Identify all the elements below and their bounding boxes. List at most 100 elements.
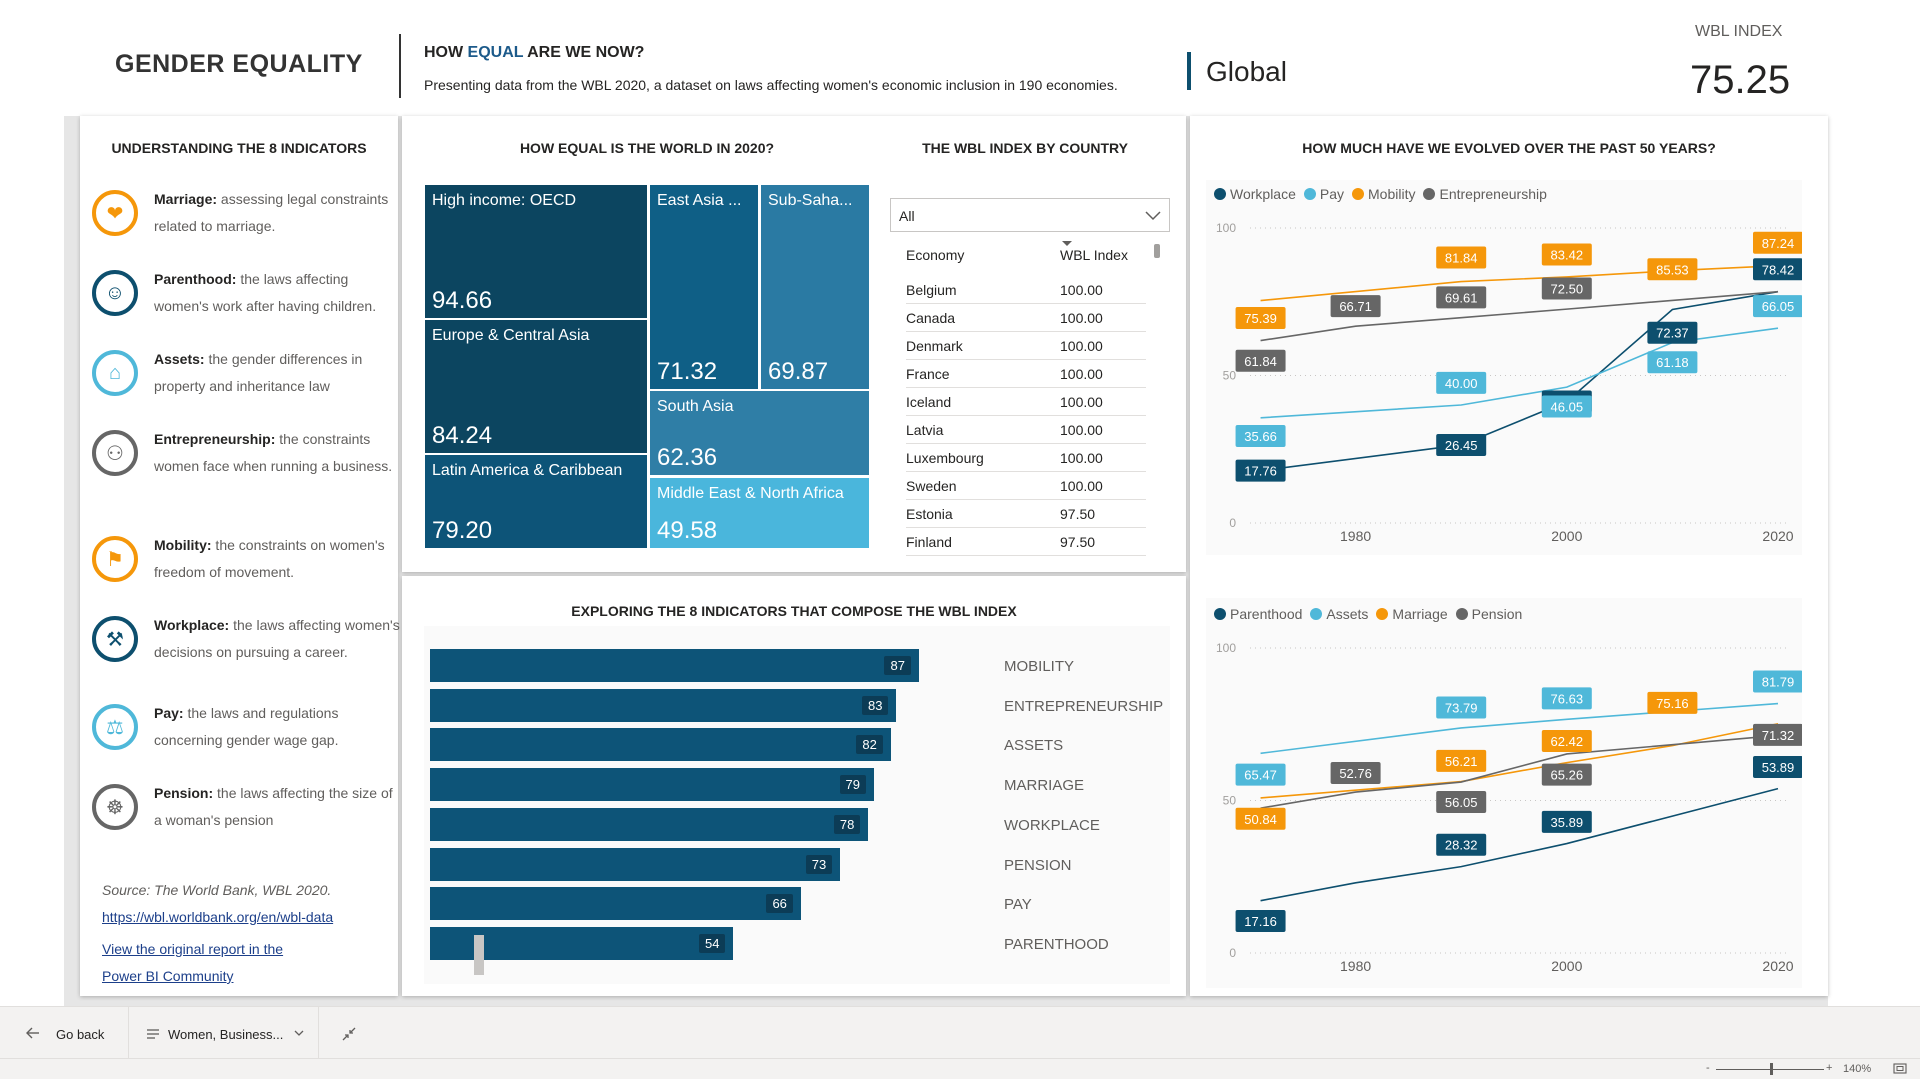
economy-cell: Estonia [906,506,953,522]
indicator-bar[interactable]: 87 [430,649,919,682]
indicator-bar[interactable]: 79 [430,768,874,802]
wbl-index-cell: 97.50 [1060,506,1096,522]
data-label-text: 66.05 [1762,299,1795,314]
treemap-cell-name: High income: OECD [432,192,577,209]
indicator-bar[interactable]: 82 [430,728,891,762]
question-prefix: HOW [424,44,468,61]
economy-cell: Latvia [906,422,944,438]
indicator-name: Mobility: [154,537,212,553]
indicator-item: ☺ Parenthood: the laws affecting women's … [92,266,402,326]
table-row[interactable]: Denmark 100.00 [906,332,1146,360]
series-line[interactable] [1260,327,1779,419]
treemap-cell[interactable]: South Asia 62.36 [650,391,869,475]
table-row[interactable]: France 100.00 [906,360,1146,388]
table-row[interactable]: Sweden 100.00 [906,472,1146,500]
sort-desc-icon [1062,241,1072,246]
data-label: 71.32 [1753,723,1802,746]
data-label-text: 81.79 [1762,675,1795,690]
header-description: Presenting data from the WBL 2020, a dat… [424,77,1118,93]
worker-icon: ⚒ [92,616,138,662]
economy-cell: Denmark [906,338,963,354]
data-label: 83.42 [1541,243,1592,266]
wbl-index-value: 75.25 [1690,58,1791,102]
country-filter-dropdown[interactable]: All [890,198,1170,232]
bar-value-label: 79 [839,775,866,795]
list-icon [147,1029,159,1039]
data-label-text: 85.53 [1656,262,1689,277]
arrow-left-icon [26,1027,39,1039]
treemap-cell-name: Latin America & Caribbean [432,462,623,479]
page-selector[interactable]: Women, Business... [140,1021,310,1047]
data-label-text: 83.42 [1551,248,1584,263]
treemap-cell[interactable]: Europe & Central Asia 84.24 [425,320,647,453]
bar-value-label: 87 [884,656,911,675]
header-divider [399,34,401,98]
data-label-text: 75.16 [1656,696,1689,711]
line-chart-1: 05010019802000202017.7626.4541.1872.3778… [1216,221,1802,544]
header-question: HOW EQUAL ARE WE NOW? [424,44,644,62]
table-row[interactable]: Iceland 100.00 [906,388,1146,416]
series-line[interactable] [1260,787,1779,902]
table-row[interactable]: Belgium 100.00 [906,276,1146,304]
data-label-text: 61.84 [1244,354,1277,369]
indicator-bar[interactable]: 66 [430,887,801,921]
fit-to-page-icon[interactable] [1893,1063,1907,1074]
chevron-down-icon [294,1030,304,1036]
zoom-in-button[interactable]: + [1826,1062,1832,1074]
treemap-cell[interactable]: Middle East & North Africa 49.58 [650,478,869,548]
economy-cell: Sweden [906,478,957,494]
treemap-cell-value: 69.87 [768,358,829,385]
data-label-text: 53.89 [1762,760,1795,775]
zoom-slider-thumb[interactable] [1770,1063,1773,1075]
report-link-line2[interactable]: Power BI Community [102,968,233,984]
indicator-bar[interactable]: 78 [430,807,869,841]
go-back-button[interactable]: Go back [16,1021,116,1047]
nav-divider [318,1007,319,1059]
x-tick-label: 2000 [1551,958,1582,974]
question-suffix: ARE WE NOW? [523,44,645,61]
house-icon: ⌂ [92,350,138,396]
treemap-cell[interactable]: East Asia ... 71.32 [650,185,758,389]
zoom-out-button[interactable]: - [1706,1062,1710,1074]
treemap-cell-value: 79.20 [432,517,493,544]
data-label-text: 87.24 [1762,236,1795,251]
data-label: 53.89 [1753,755,1802,778]
economy-cell: Belgium [906,282,957,298]
table-row[interactable]: Estonia 97.50 [906,500,1146,528]
series-line[interactable] [1260,290,1779,472]
series-line[interactable] [1260,722,1779,799]
collapse-icon[interactable] [342,1027,356,1041]
bar-value-label: 78 [833,814,861,834]
table-row[interactable]: Latvia 100.00 [906,416,1146,444]
bar-category-label: WORKPLACE [1004,816,1100,834]
bar-scroll-handle[interactable] [474,935,484,975]
treemap-cell-name: East Asia ... [657,192,742,209]
data-label: 56.05 [1436,791,1487,814]
table-scrollbar[interactable] [1154,244,1160,258]
indicator-name: Marriage: [154,191,218,207]
report-link-line1[interactable]: View the original report in the [102,941,283,957]
indicator-item: ☸ Pension: the laws affecting the size of… [92,780,402,840]
wbl-index-cell: 100.00 [1060,422,1103,438]
treemap-cell[interactable]: High income: OECD 94.66 [425,185,647,318]
data-label-text: 72.37 [1656,326,1689,341]
country-table-title: THE WBL INDEX BY COUNTRY [922,140,1128,156]
series-line[interactable] [1260,702,1779,755]
treemap-title: HOW EQUAL IS THE WORLD IN 2020? [519,140,775,156]
indicator-bar[interactable]: 83 [430,688,897,722]
treemap-cell[interactable]: Latin America & Caribbean 79.20 [425,455,647,548]
treemap-cell[interactable]: Sub-Saha... 69.87 [761,185,869,389]
col-header-economy[interactable]: Economy [906,247,964,263]
evolution-title: HOW MUCH HAVE WE EVOLVED OVER THE PAST 5… [1302,140,1716,156]
table-row[interactable]: Finland 97.50 [906,528,1146,556]
col-header-wbl-index[interactable]: WBL Index [1060,247,1128,263]
source-link[interactable]: https://wbl.worldbank.org/en/wbl-data [102,909,333,925]
table-row[interactable]: Canada 100.00 [906,304,1146,332]
indicator-name: Workplace: [154,617,230,633]
bar-category-label: PARENTHOOD [1004,935,1109,953]
table-row[interactable]: Luxembourg 100.00 [906,444,1146,472]
treemap-cell-value: 49.58 [657,517,718,544]
bars-title: EXPLORING THE 8 INDICATORS THAT COMPOSE … [571,603,1017,619]
wbl-index-cell: 100.00 [1060,338,1103,354]
indicator-bar[interactable]: 73 [430,847,841,881]
